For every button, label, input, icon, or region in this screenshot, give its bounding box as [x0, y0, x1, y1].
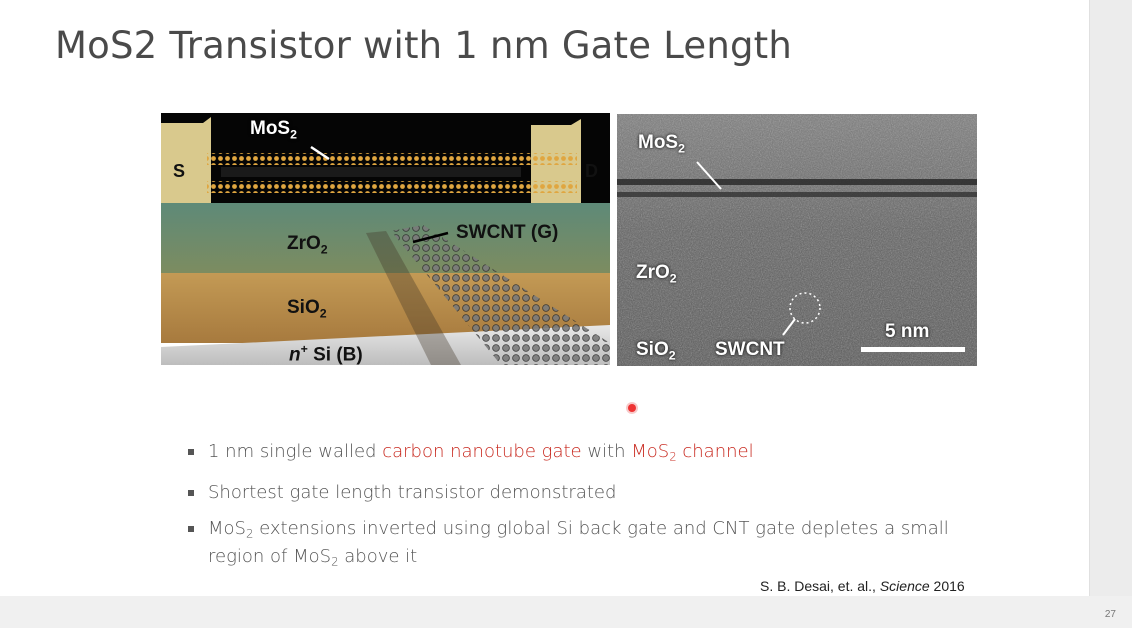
- figure-right-label-swcnt: SWCNT: [715, 339, 785, 360]
- scale-bar-label: 5 nm: [885, 321, 930, 342]
- figure-right-label-mos2: MoS2: [638, 132, 685, 156]
- viewer-side-panel: [1089, 0, 1132, 628]
- figure-left-label-sio2: SiO2: [287, 297, 327, 321]
- figure-right-label-sio2: SiO2: [636, 339, 676, 363]
- citation: S. B. Desai, et. al., Science 2016: [760, 578, 965, 594]
- bullet-item: 1 nm single walled carbon nanotube gate …: [188, 440, 978, 469]
- bullet-item: Shortest gate length transistor demonstr…: [188, 481, 978, 505]
- transistor-schematic-figure: MoS2 S D ZrO2 SWCNT (G) SiO2 n+ Si (B): [161, 113, 610, 365]
- figure-left-label-nsi: n+ Si (B): [289, 342, 363, 365]
- slide: MoS2 Transistor with 1 nm Gate Length Mo…: [0, 0, 1089, 596]
- viewer-bottom-bar: 27: [0, 596, 1132, 628]
- tem-micrograph-figure: MoS2 ZrO2 SiO2 SWCNT 5 nm: [617, 114, 977, 366]
- figure-left-label-zro2: ZrO2: [287, 233, 328, 257]
- bullet-item: MoS2 extensions inverted using global Si…: [188, 517, 978, 574]
- figure-left-label-swcnt: SWCNT (G): [456, 222, 559, 243]
- figure-left-label-drain: D: [585, 161, 598, 181]
- figure-left-label-mos2: MoS2: [250, 118, 297, 142]
- laser-pointer-icon: [628, 404, 636, 412]
- figure-left-label-source: S: [173, 161, 186, 181]
- slide-title: MoS2 Transistor with 1 nm Gate Length: [55, 24, 793, 67]
- bullet-list: 1 nm single walled carbon nanotube gate …: [188, 440, 978, 586]
- page-number: 27: [1104, 609, 1116, 620]
- figure-right-label-zro2: ZrO2: [636, 262, 677, 286]
